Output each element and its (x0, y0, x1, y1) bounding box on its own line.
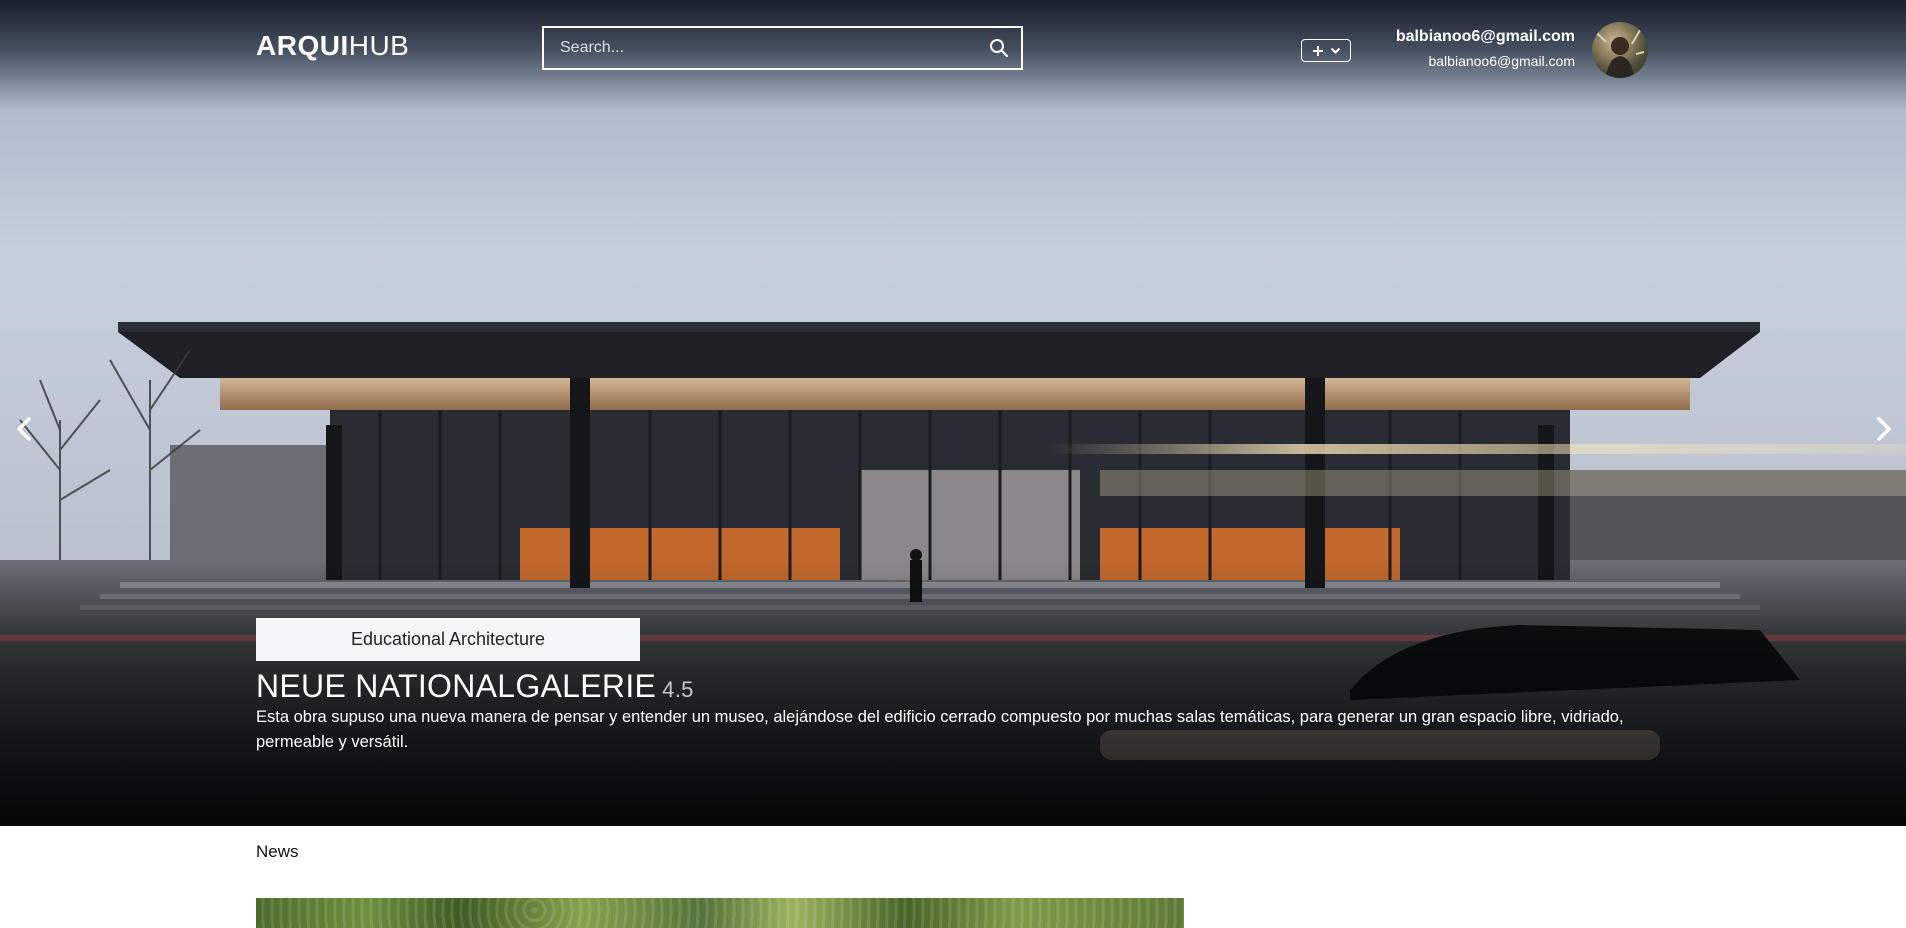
add-dropdown-button[interactable] (1301, 39, 1351, 62)
avatar-image (1595, 29, 1645, 78)
avatar[interactable] (1592, 22, 1648, 78)
news-card-image[interactable] (256, 898, 1184, 928)
project-title-text: NEUE NATIONALGALERIE (256, 668, 657, 704)
plus-icon (1312, 45, 1323, 56)
logo-bold-part: ARQUI (256, 30, 349, 61)
carousel-next-button[interactable] (1872, 415, 1896, 443)
carousel-prev-button[interactable] (12, 415, 36, 443)
site-logo[interactable]: ARQUIHUB (256, 30, 409, 62)
user-email: balbianoo6@gmail.com (1428, 53, 1575, 69)
hero-carousel: ARQUIHUB balbianoo6@gmail.com balbianoo6… (0, 0, 1906, 826)
category-tag[interactable]: Educational Architecture (256, 618, 640, 661)
search-icon[interactable] (989, 38, 1009, 58)
chevron-down-icon (1330, 47, 1340, 54)
search-bar (542, 26, 1023, 70)
project-description: Esta obra supuso una nueva manera de pen… (256, 708, 1624, 751)
search-input[interactable] (544, 28, 1021, 68)
user-name[interactable]: balbianoo6@gmail.com (1396, 28, 1575, 46)
logo-light-part: HUB (348, 30, 410, 61)
project-rating: 4.5 (662, 677, 694, 702)
project-title[interactable]: NEUE NATIONALGALERIE 4.5 (256, 668, 694, 705)
news-section-title: News (256, 842, 299, 861)
